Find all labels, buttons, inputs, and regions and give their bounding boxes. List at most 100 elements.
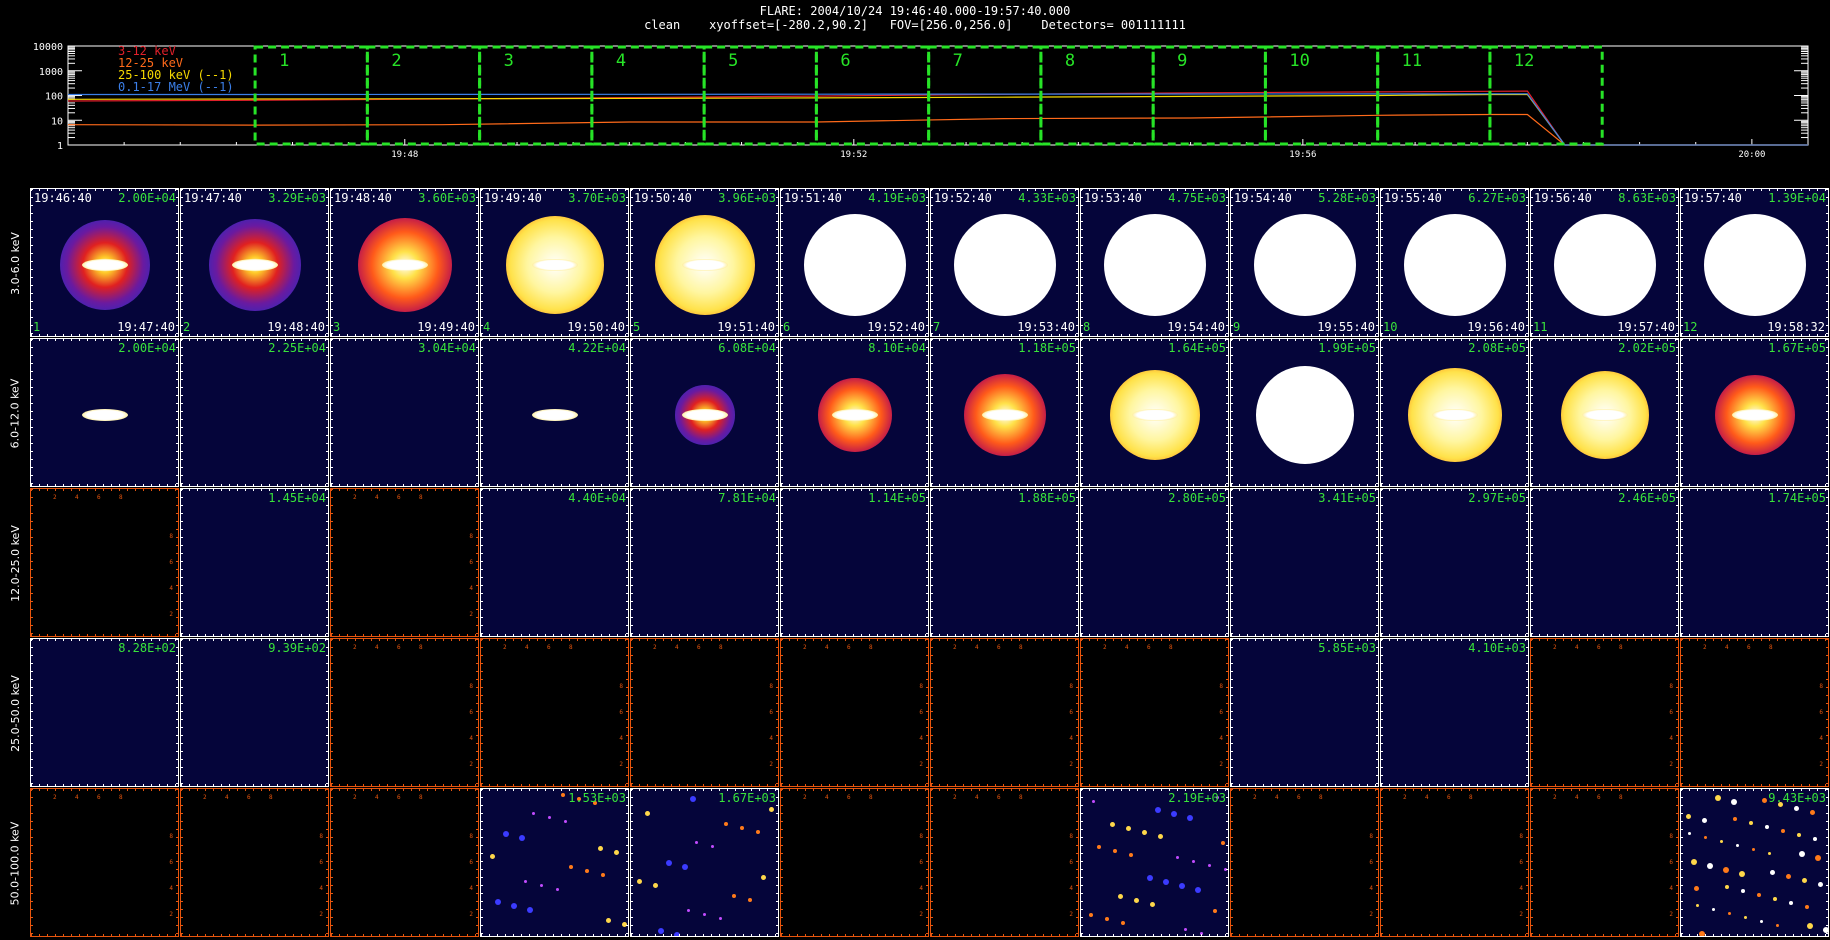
cell-axis-number: 8 bbox=[169, 833, 173, 840]
image-cell: 6.08E+04 bbox=[630, 338, 779, 487]
interval-number: 10 bbox=[1383, 320, 1398, 334]
image-cell: 2.46E+05 bbox=[1530, 488, 1679, 637]
energy-band-text: 6.0-12.0 keV bbox=[8, 378, 22, 448]
noise-speckle bbox=[1192, 860, 1195, 863]
cell-axis-number: 8 bbox=[1519, 833, 1523, 840]
cell-axis-ticks bbox=[631, 639, 633, 786]
cell-axis-ticks bbox=[1076, 489, 1078, 636]
peak-value: 2.02E+05 bbox=[1618, 341, 1676, 355]
cell-axis-number: 4 bbox=[1125, 644, 1129, 651]
noise-speckle bbox=[524, 880, 527, 883]
cell-axis-ticks bbox=[1231, 334, 1378, 336]
noise-speckle bbox=[1702, 818, 1707, 823]
noise-speckle bbox=[703, 913, 706, 916]
peak-value: 4.33E+03 bbox=[1018, 191, 1076, 205]
noise-speckle bbox=[1129, 853, 1133, 857]
cell-axis-ticks bbox=[331, 639, 333, 786]
noise-speckle bbox=[1142, 830, 1147, 835]
source-image bbox=[1553, 213, 1657, 317]
image-cell: 2 2 4 4 6 6 8 8 bbox=[930, 788, 1079, 937]
cell-axis-number: 4 bbox=[375, 644, 379, 651]
noise-speckle bbox=[666, 860, 672, 866]
cell-axis-number: 8 bbox=[1769, 644, 1773, 651]
cell-axis-number: 6 bbox=[847, 644, 851, 651]
interval-label: 10 bbox=[1289, 51, 1309, 71]
cell-axis-ticks bbox=[776, 189, 778, 336]
cell-axis-ticks bbox=[1231, 634, 1378, 636]
cell-axis-ticks bbox=[1526, 789, 1528, 936]
image-cell: 8.28E+02 bbox=[30, 638, 179, 787]
cell-axis-ticks bbox=[1231, 339, 1233, 486]
noise-speckle bbox=[1794, 806, 1799, 811]
interval-box bbox=[478, 45, 594, 146]
cell-axis-ticks bbox=[481, 189, 483, 336]
cell-axis-number: 2 bbox=[1103, 644, 1107, 651]
cell-axis-ticks bbox=[481, 639, 483, 786]
source-image bbox=[1256, 366, 1354, 464]
image-cell: 2.97E+05 bbox=[1380, 488, 1529, 637]
cell-axis-ticks bbox=[181, 489, 183, 636]
cell-axis-ticks bbox=[1681, 934, 1828, 936]
cell-axis-number: 4 bbox=[1575, 794, 1579, 801]
cell-axis-ticks bbox=[31, 339, 33, 486]
cell-axis-ticks bbox=[1676, 339, 1678, 486]
interval-end-time: 19:54:40 bbox=[1167, 320, 1225, 334]
cell-axis-number: 6 bbox=[469, 559, 473, 566]
cell-axis-number: 2 bbox=[353, 794, 357, 801]
plot-header: FLARE: 2004/10/24 19:46:40.000-19:57:40.… bbox=[0, 4, 1830, 32]
cell-axis-ticks bbox=[1231, 484, 1378, 486]
interval-label: 3 bbox=[504, 51, 514, 71]
source-image bbox=[1703, 213, 1807, 317]
cell-axis-ticks bbox=[931, 934, 1078, 936]
cell-axis-ticks bbox=[1081, 484, 1228, 486]
cell-axis-number: 8 bbox=[1019, 644, 1023, 651]
cell-axis-number: 4 bbox=[375, 794, 379, 801]
peak-value: 5.28E+03 bbox=[1318, 191, 1376, 205]
source-loop bbox=[982, 409, 1028, 421]
cell-axis-ticks bbox=[931, 489, 933, 636]
interval-start-time: 19:49:40 bbox=[484, 191, 542, 205]
noise-speckle bbox=[564, 820, 567, 823]
cell-axis-ticks bbox=[1231, 934, 1378, 936]
interval-label: 12 bbox=[1514, 51, 1534, 71]
noise-speckle bbox=[1813, 837, 1817, 841]
cell-axis-ticks bbox=[626, 489, 628, 636]
noise-speckle bbox=[1768, 852, 1771, 855]
cell-axis-ticks bbox=[926, 189, 928, 336]
energy-band-label: 50.0-100.0 keV bbox=[4, 788, 26, 938]
noise-speckle bbox=[1704, 836, 1707, 839]
image-cell: 9.39E+02 bbox=[180, 638, 329, 787]
noise-speckle bbox=[761, 875, 766, 880]
peak-value: 8.10E+04 bbox=[868, 341, 926, 355]
cell-axis-ticks bbox=[631, 634, 778, 636]
cell-axis-ticks bbox=[1376, 639, 1378, 786]
noise-speckle bbox=[682, 864, 688, 870]
cell-axis-ticks bbox=[481, 784, 628, 786]
interval-end-time: 19:58:32 bbox=[1767, 320, 1825, 334]
cell-axis-number: 8 bbox=[1619, 794, 1623, 801]
cell-axis-ticks bbox=[781, 489, 783, 636]
image-cell: 2.08E+05 bbox=[1380, 338, 1529, 487]
noise-speckle bbox=[556, 888, 559, 891]
cell-axis-ticks bbox=[1381, 789, 1383, 936]
cell-axis-number: 2 bbox=[653, 644, 657, 651]
cell-axis-number: 8 bbox=[1219, 683, 1223, 690]
cell-axis-ticks bbox=[1531, 634, 1678, 636]
interval-start-time: 19:54:40 bbox=[1234, 191, 1292, 205]
cell-axis-ticks bbox=[626, 339, 628, 486]
cell-axis-number: 6 bbox=[1069, 709, 1073, 716]
cell-axis-ticks bbox=[176, 489, 178, 636]
image-cell: 2 2 4 4 6 6 8 8 bbox=[780, 788, 929, 937]
cell-axis-number: 2 bbox=[353, 494, 357, 501]
cell-axis-number: 2 bbox=[1703, 644, 1707, 651]
peak-value: 2.19E+03 bbox=[1168, 791, 1226, 805]
cell-axis-ticks bbox=[1226, 789, 1228, 936]
cell-axis-number: 2 bbox=[1553, 644, 1557, 651]
cell-axis-ticks bbox=[331, 484, 478, 486]
cell-axis-ticks bbox=[1081, 189, 1083, 336]
image-cell: 1.74E+05 bbox=[1680, 488, 1829, 637]
cell-axis-ticks bbox=[31, 789, 33, 936]
peak-value: 2.25E+04 bbox=[268, 341, 326, 355]
peak-value: 1.14E+05 bbox=[868, 491, 926, 505]
cell-axis-ticks bbox=[481, 334, 628, 336]
